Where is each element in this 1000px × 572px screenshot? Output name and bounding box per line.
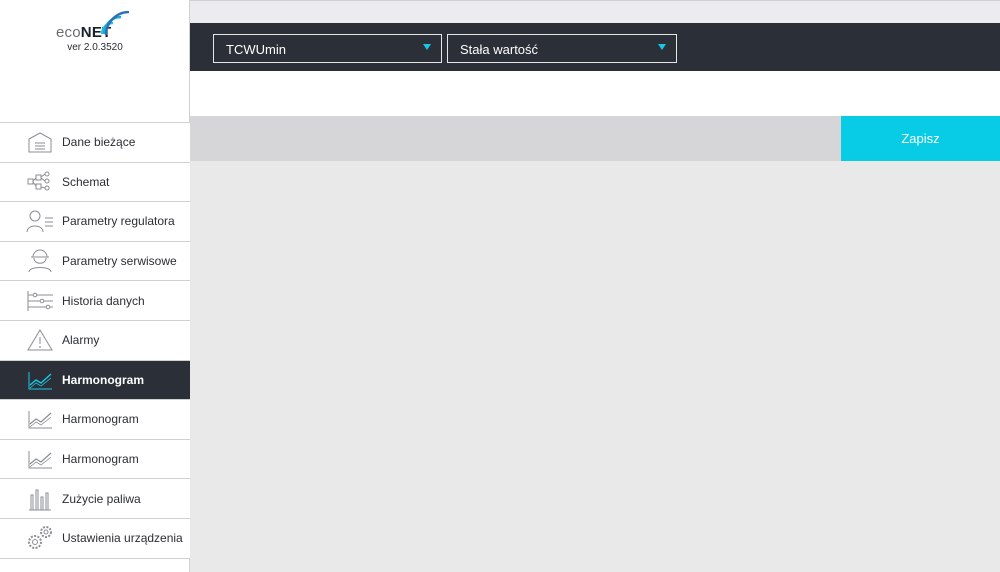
gears-icon bbox=[26, 525, 54, 551]
service-worker-icon bbox=[26, 248, 54, 274]
user-settings-icon bbox=[26, 208, 54, 234]
sidebar: ecoNET ver 2.0.3520 Dane bieżące Schemat bbox=[0, 0, 190, 572]
sidebar-menu: Dane bieżące Schemat Parametry regulator… bbox=[0, 122, 190, 559]
sidebar-item-harmonogram-3[interactable]: Harmonogram bbox=[0, 439, 190, 480]
sidebar-item-label: Parametry serwisowe bbox=[62, 254, 177, 269]
logo: ecoNET ver 2.0.3520 bbox=[0, 0, 190, 122]
wifi-logo-icon bbox=[100, 11, 130, 36]
sidebar-item-label: Historia danych bbox=[62, 293, 145, 308]
mode-select-value: Stała wartość bbox=[460, 42, 539, 57]
sidebar-item-label: Parametry regulatora bbox=[62, 214, 175, 229]
fuel-usage-icon bbox=[26, 486, 54, 512]
sidebar-item-label: Harmonogram bbox=[62, 412, 139, 427]
sidebar-item-label: Zużycie paliwa bbox=[62, 491, 141, 506]
top-strip bbox=[190, 0, 1000, 23]
sidebar-item-schemat[interactable]: Schemat bbox=[0, 162, 190, 203]
schedule-chart-icon bbox=[26, 446, 54, 472]
chevron-down-icon bbox=[658, 44, 666, 50]
sidebar-item-label: Dane bieżące bbox=[62, 135, 136, 150]
sidebar-item-label: Schemat bbox=[62, 174, 110, 189]
home-icon bbox=[26, 129, 54, 155]
sidebar-item-label: Ustawienia urządzenia bbox=[62, 531, 183, 546]
content-area bbox=[190, 161, 1000, 572]
mode-select[interactable]: Stała wartość bbox=[447, 34, 677, 63]
schedule-chart-icon bbox=[26, 406, 54, 432]
sidebar-item-dane-biezace[interactable]: Dane bieżące bbox=[0, 123, 190, 163]
parameter-select[interactable]: TCWUmin bbox=[213, 34, 442, 63]
schema-icon bbox=[26, 169, 54, 195]
sidebar-item-ustawienia-urzadzenia[interactable]: Ustawienia urządzenia bbox=[0, 518, 190, 559]
sidebar-item-alarmy[interactable]: Alarmy bbox=[0, 320, 190, 361]
action-bar: Zapisz bbox=[190, 116, 1000, 161]
save-button[interactable]: Zapisz bbox=[841, 116, 1000, 161]
sidebar-item-parametry-regulatora[interactable]: Parametry regulatora bbox=[0, 202, 190, 242]
sidebar-item-historia-danych[interactable]: Historia danych bbox=[0, 281, 190, 321]
alarm-icon bbox=[26, 327, 54, 353]
app-version: ver 2.0.3520 bbox=[67, 42, 123, 53]
schedule-chart-icon bbox=[26, 367, 54, 393]
sidebar-item-label: Harmonogram bbox=[62, 372, 145, 387]
sidebar-item-zuzycie-paliwa[interactable]: Zużycie paliwa bbox=[0, 479, 190, 519]
sidebar-item-parametry-serwisowe[interactable]: Parametry serwisowe bbox=[0, 241, 190, 282]
chevron-down-icon bbox=[423, 44, 431, 50]
parameter-select-value: TCWUmin bbox=[226, 42, 286, 57]
sidebar-item-harmonogram-1[interactable]: Harmonogram bbox=[0, 360, 190, 401]
settings-area bbox=[190, 71, 1000, 116]
history-icon bbox=[26, 288, 54, 314]
toolbar: TCWUmin Stała wartość bbox=[190, 23, 1000, 71]
sidebar-item-label: Harmonogram bbox=[62, 452, 139, 467]
sidebar-item-harmonogram-2[interactable]: Harmonogram bbox=[0, 400, 190, 440]
sidebar-item-label: Alarmy bbox=[62, 333, 100, 348]
